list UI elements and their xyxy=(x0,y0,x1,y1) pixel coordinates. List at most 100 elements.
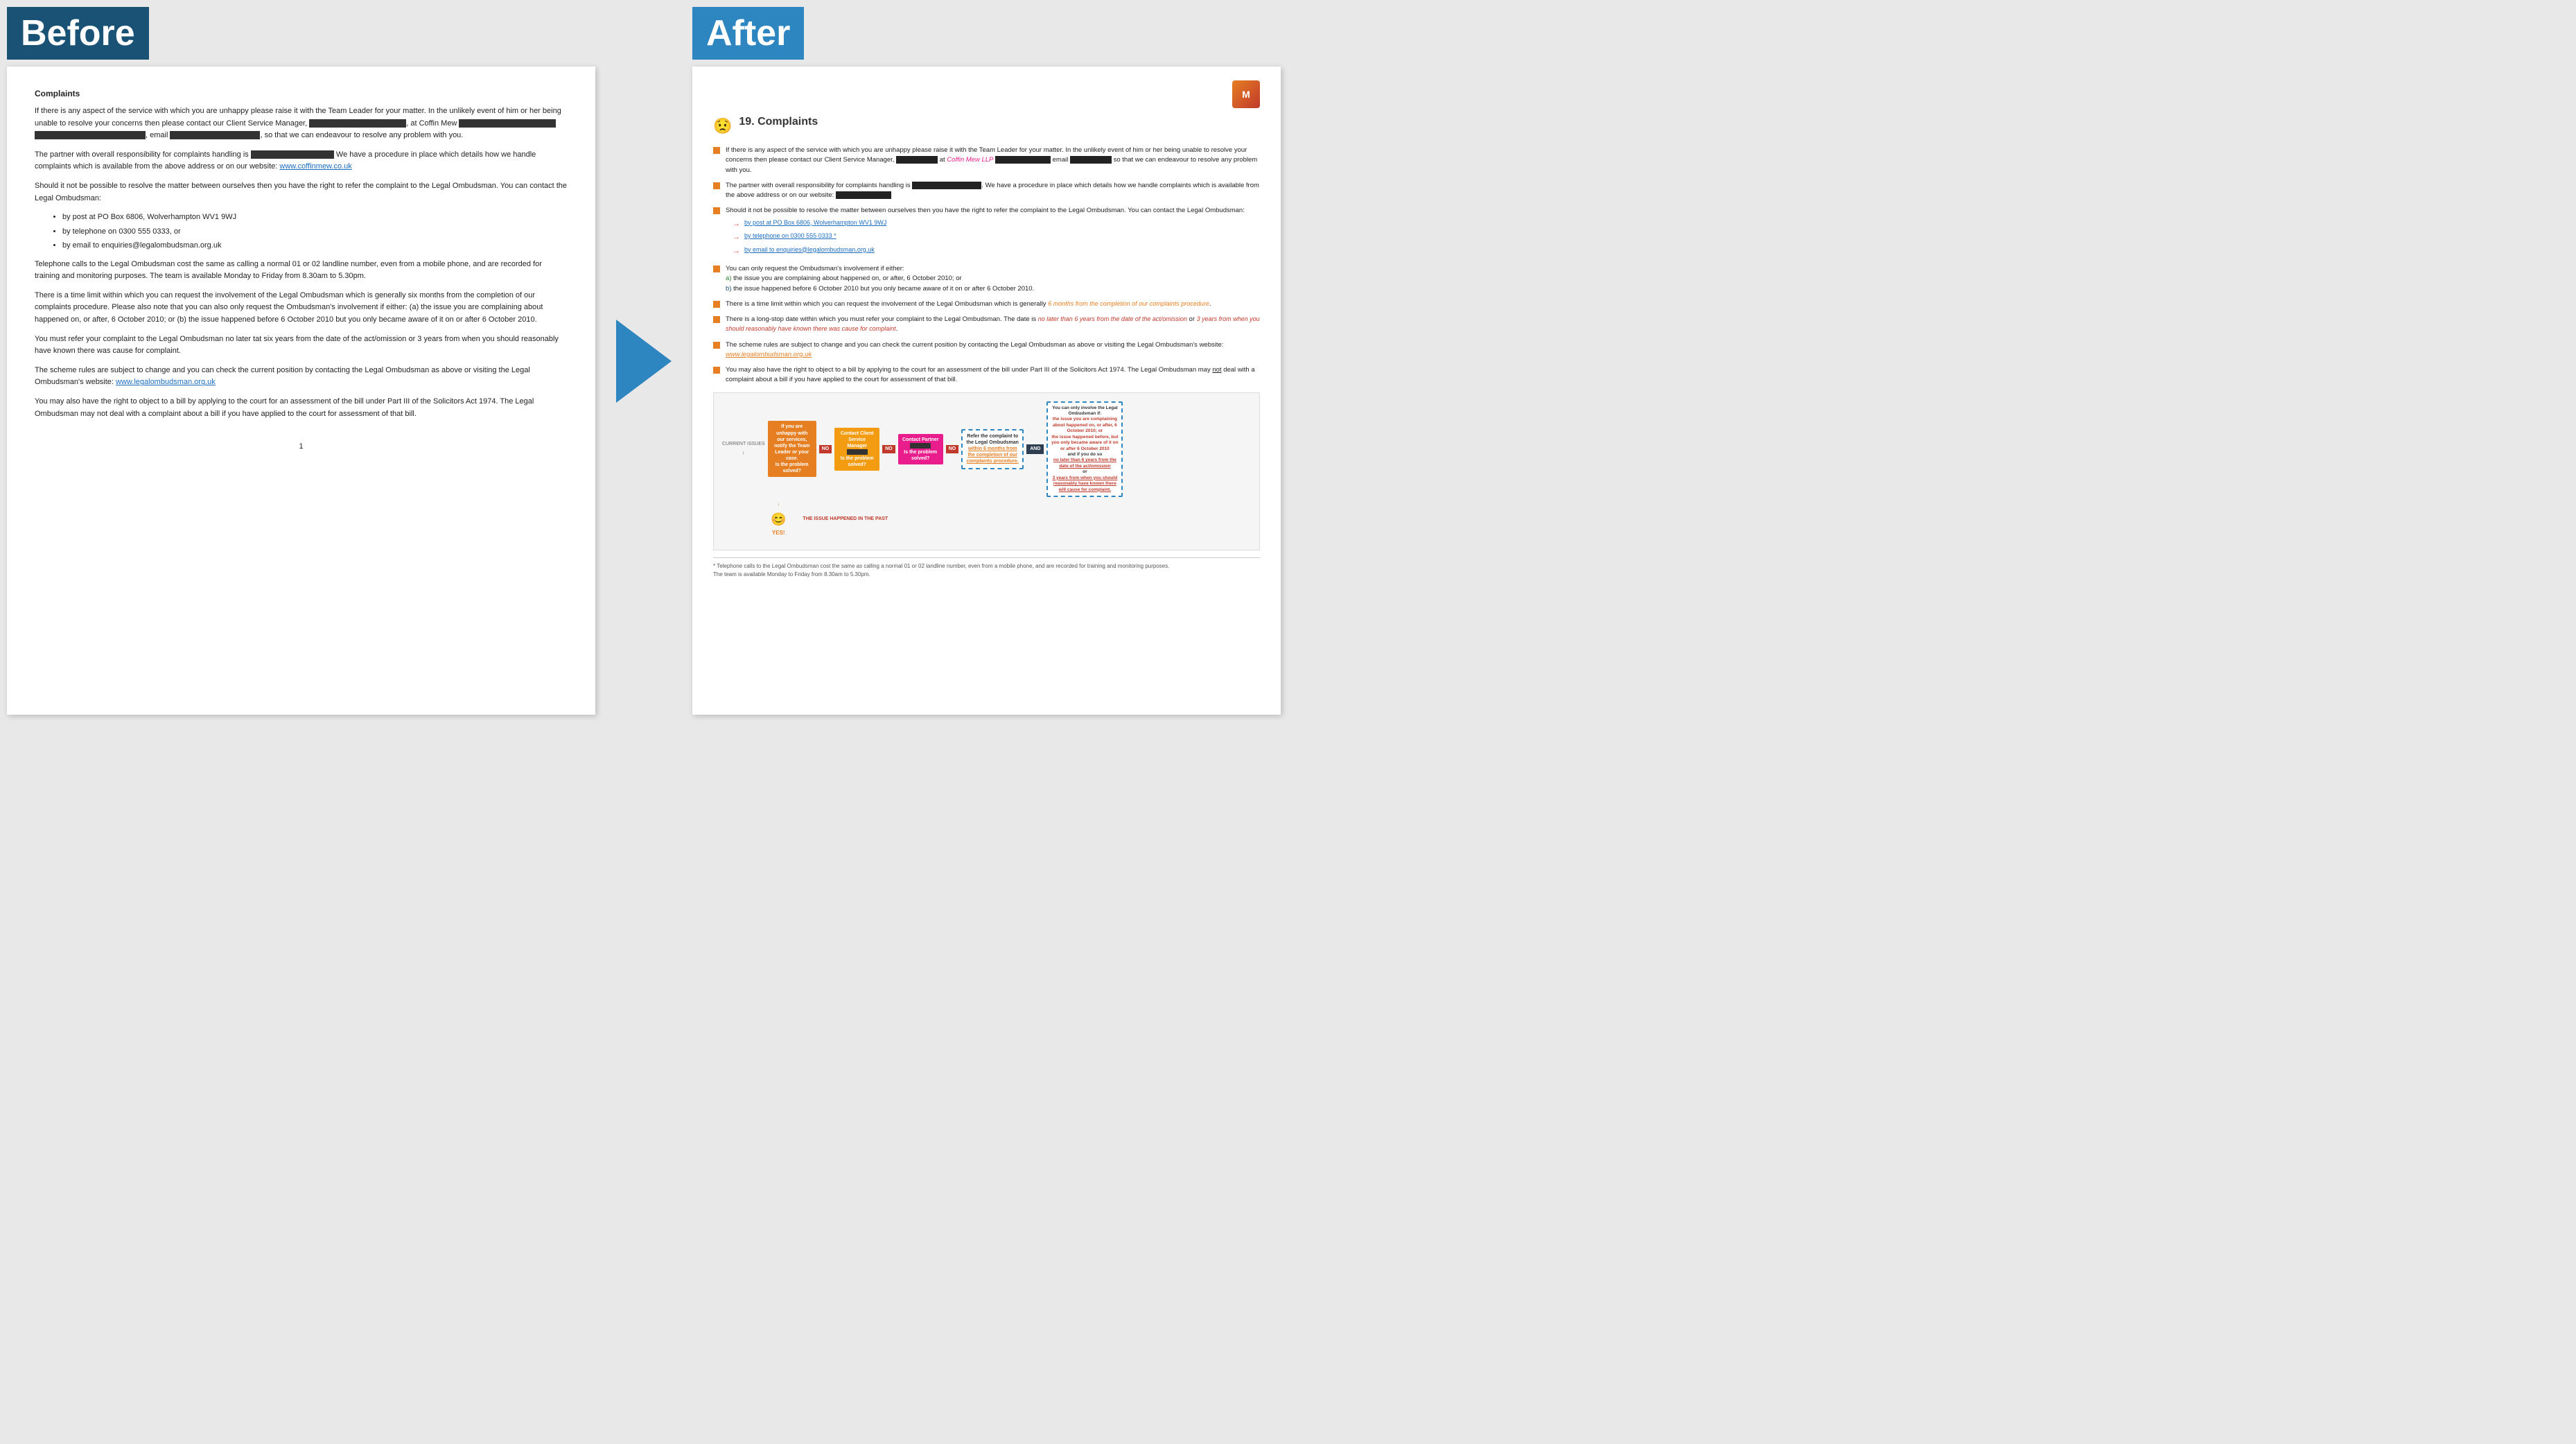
coffin-mew: Coffin Mew LLP xyxy=(947,156,993,164)
bullet-telephone: by telephone on 0300 555 0333, or xyxy=(62,226,568,238)
yes-arrow: ↓ xyxy=(777,501,780,509)
after-bullet-2: The partner with overall responsibility … xyxy=(713,181,1260,201)
after-bullet-5: There is a time limit within which you c… xyxy=(713,299,1260,309)
before-header: Before xyxy=(7,7,595,60)
past-label: THE ISSUE HAPPENED IN THE PAST xyxy=(803,516,888,523)
yes-col: ↓ 😊 YES! xyxy=(771,501,786,537)
flowchart: CURRENT ISSUES ↓ If you are unhappy with… xyxy=(713,392,1260,550)
redacted-name-1 xyxy=(309,119,406,128)
before-para-1: If there is any aspect of the service wi… xyxy=(35,105,568,142)
orange-bullet-6 xyxy=(713,316,720,323)
fc5-years2: 3 years from when you should reasonably … xyxy=(1053,476,1118,492)
before-para-4: Telephone calls to the Legal Ombudsman c… xyxy=(35,259,568,283)
sub-bullet-post: → by post at PO Box 6806, Wolverhampton … xyxy=(733,218,1260,230)
redacted-addr-1 xyxy=(459,119,556,128)
before-para-3: Should it not be possible to resolve the… xyxy=(35,180,568,205)
page-number: 1 xyxy=(35,441,568,453)
fc5-cond2: the issue happened before, but you only … xyxy=(1051,435,1118,451)
longstop-text: no later than 6 years from the date of t… xyxy=(1038,315,1187,322)
after-bullet-6: There is a long-stop date within which y… xyxy=(713,315,1260,335)
smiley-icon: 😊 xyxy=(771,510,786,529)
redacted-email-1 xyxy=(170,131,260,139)
fc5-cond1: the issue you are complaining about happ… xyxy=(1053,417,1117,433)
redacted-fc1 xyxy=(847,449,868,455)
before-para-5: There is a time limit within which you c… xyxy=(35,290,568,327)
orange-bullet-2 xyxy=(713,182,720,189)
redacted-addr-2 xyxy=(35,131,146,139)
after-bullet-text-3: Should it not be possible to resolve the… xyxy=(726,206,1260,259)
flow-no-3: NO xyxy=(946,445,959,454)
current-issues-label: CURRENT ISSUES xyxy=(722,441,765,449)
flow-and: AND xyxy=(1026,444,1044,455)
within-6-months: within 6 months from the completion of o… xyxy=(967,446,1019,464)
arrow-bullet-post: → xyxy=(733,218,740,230)
after-bullet-text-5: There is a time limit within which you c… xyxy=(726,299,1260,309)
flow-no-1: NO xyxy=(819,445,832,454)
footnote-text: * Telephone calls to the Legal Ombudsman… xyxy=(713,562,1260,579)
orange-bullet-3 xyxy=(713,207,720,214)
after-bullet-text-7: The scheme rules are subject to change a… xyxy=(726,340,1260,360)
after-document: M 😟 19. Complaints If there is any aspec… xyxy=(692,67,1281,715)
sub-bullet-email: → by email to enquiries@legalombudsman.o… xyxy=(733,245,1260,257)
redacted-fc2 xyxy=(910,443,931,449)
after-title: After xyxy=(692,7,804,60)
past-issues-label: THE ISSUE HAPPENED IN THE PAST xyxy=(803,516,888,523)
arrow-bullet-phone: → xyxy=(733,232,740,243)
redacted-coffin-email xyxy=(1070,156,1112,164)
company-logo: M xyxy=(1232,80,1260,108)
arrow-bullet-email: → xyxy=(733,245,740,257)
before-bullet-list: by post at PO Box 6806, Wolverhampton WV… xyxy=(62,211,568,252)
orange-bullet-1 xyxy=(713,147,720,154)
redacted-partner xyxy=(251,150,334,159)
flow-box-4: Refer the complaint to the Legal Ombudsm… xyxy=(961,429,1024,469)
after-panel: After M 😟 19. Complaints If there is any… xyxy=(685,0,1288,722)
coffinmew-link[interactable]: www.coffinmew.co.uk xyxy=(279,162,351,171)
after-doc-header: M xyxy=(713,80,1260,108)
flow-no-2: NO xyxy=(882,445,895,454)
email-link: by email to enquiries@legalombudsman.org… xyxy=(744,245,875,255)
after-bullet-text-6: There is a long-stop date within which y… xyxy=(726,315,1260,335)
after-section-title: 19. Complaints xyxy=(739,114,818,130)
redacted-mgr xyxy=(896,156,938,164)
orange-bullet-4 xyxy=(713,266,720,272)
yes-label: YES! xyxy=(772,529,785,537)
redacted-coffin-addr xyxy=(995,156,1051,164)
before-para-6: You must refer your complaint to the Leg… xyxy=(35,333,568,358)
after-bullet-8: You may also have the right to object to… xyxy=(713,365,1260,385)
before-para-2: The partner with overall responsibility … xyxy=(35,149,568,173)
arrow-divider xyxy=(602,0,685,722)
before-para-8: You may also have the right to object to… xyxy=(35,396,568,420)
not-text: not xyxy=(1212,366,1221,374)
after-bullet-text-1: If there is any aspect of the service wi… xyxy=(726,146,1260,175)
lgo-link-before[interactable]: www.legalombudsman.org.uk xyxy=(116,378,216,386)
after-bullet-4: You can only request the Ombudsman's inv… xyxy=(713,264,1260,294)
orange-bullet-7 xyxy=(713,342,720,349)
before-para-7: The scheme rules are subject to change a… xyxy=(35,365,568,389)
sad-face-icon: 😟 xyxy=(713,114,732,137)
orange-bullet-5 xyxy=(713,301,720,308)
after-bullet-text-2: The partner with overall responsibility … xyxy=(726,181,1260,201)
current-issues-col: CURRENT ISSUES ↓ xyxy=(722,441,765,457)
lgo-link-after[interactable]: www.legalombudsman.org.uk xyxy=(726,351,812,358)
redacted-partner-after xyxy=(912,182,981,189)
after-bullet-7: The scheme rules are subject to change a… xyxy=(713,340,1260,360)
redacted-website xyxy=(836,191,891,199)
flow-row-2: ↓ 😊 YES! THE ISSUE HAPPENED IN THE PAST xyxy=(771,501,1251,537)
before-document: Complaints If there is any aspect of the… xyxy=(7,67,595,715)
bullet-post: by post at PO Box 6806, Wolverhampton WV… xyxy=(62,211,568,223)
flow-box-3: Contact Partner Is the problem solved? xyxy=(898,434,943,464)
right-arrow-icon xyxy=(616,320,672,403)
time-limit-text: 6 months from the completion of our comp… xyxy=(1048,300,1209,307)
after-bullet-text-4: You can only request the Ombudsman's inv… xyxy=(726,264,1260,294)
flow-row-1: CURRENT ISSUES ↓ If you are unhappy with… xyxy=(722,401,1251,498)
orange-bullet-8 xyxy=(713,367,720,374)
after-section-row: 😟 19. Complaints xyxy=(713,114,1260,137)
before-panel: Before Complaints If there is any aspect… xyxy=(0,0,602,722)
phone-link: by telephone on 0300 555 0333 * xyxy=(744,232,836,241)
bullet-email: by email to enquiries@legalombudsman.org… xyxy=(62,240,568,252)
current-issues-sublabel: ↓ xyxy=(742,450,745,458)
after-bullet-1: If there is any aspect of the service wi… xyxy=(713,146,1260,175)
after-bullet-3: Should it not be possible to resolve the… xyxy=(713,206,1260,259)
before-title: Before xyxy=(7,7,149,60)
fc5-years: no later than 6 years from the date of t… xyxy=(1053,458,1116,468)
